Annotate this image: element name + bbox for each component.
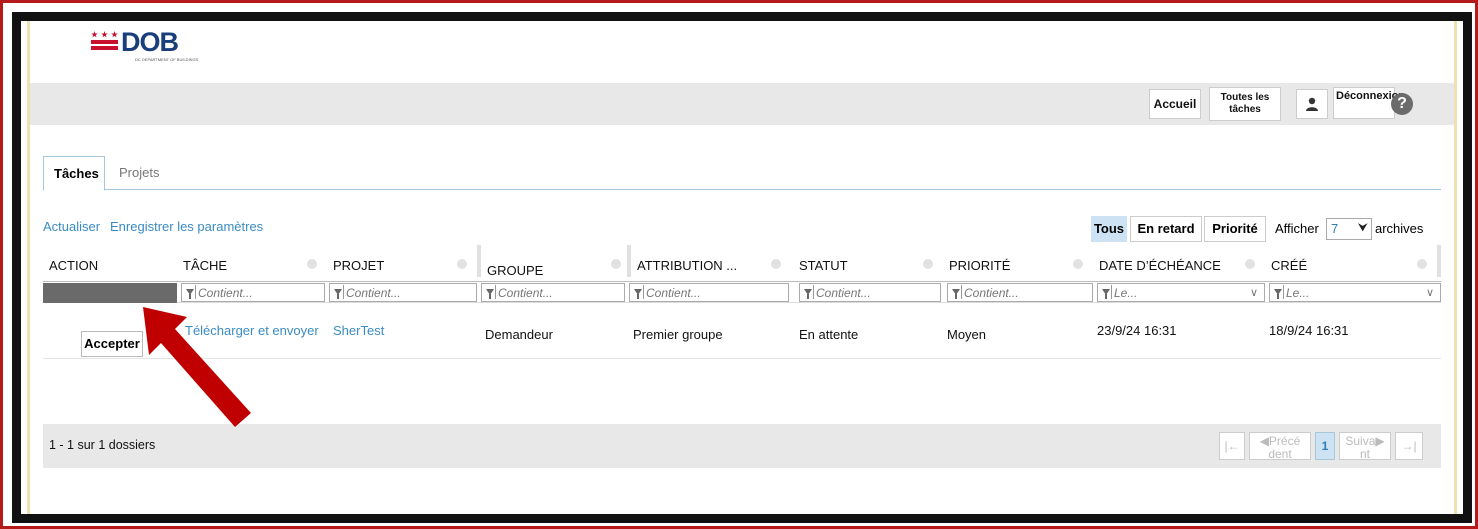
annotation-arrow xyxy=(143,307,251,427)
column-menu-icon[interactable] xyxy=(1417,259,1427,269)
filter-icon xyxy=(634,289,642,299)
col-header-action[interactable]: ACTION xyxy=(43,245,177,283)
filter-icon xyxy=(1102,289,1110,299)
dob-logo[interactable]: DOB DC DEPARTMENT OF BUILDINGS xyxy=(91,27,198,63)
filter-all-button[interactable]: Tous xyxy=(1091,216,1127,242)
dc-flag-icon xyxy=(91,31,118,50)
logo-text: DOB xyxy=(121,27,179,57)
records-per-page-value: 7 xyxy=(1331,221,1339,236)
col-header-project[interactable]: PROJET xyxy=(327,245,477,283)
home-button[interactable]: Accueil xyxy=(1149,89,1201,119)
screenshot-outer-border: DOB DC DEPARTMENT OF BUILDINGS Accueil T… xyxy=(0,0,1478,529)
column-menu-icon[interactable] xyxy=(1073,259,1083,269)
column-menu-icon[interactable] xyxy=(457,259,467,269)
show-label: Afficher xyxy=(1275,221,1319,236)
column-menu-icon[interactable] xyxy=(611,259,621,269)
col-header-priority[interactable]: PRIORITÉ xyxy=(943,245,1093,283)
current-page-button[interactable]: 1 xyxy=(1315,432,1335,460)
app-window: DOB DC DEPARTMENT OF BUILDINGS Accueil T… xyxy=(12,12,1472,523)
next-page-button[interactable]: Suiva▶ nt xyxy=(1339,432,1391,461)
filter-row: Contient... Contient... Contient... Cont… xyxy=(43,281,1441,303)
task-filter-input[interactable]: Contient... xyxy=(181,283,325,302)
column-menu-icon[interactable] xyxy=(771,259,781,269)
created-filter-select[interactable]: Le... ∨ xyxy=(1269,283,1441,302)
filter-overdue-button[interactable]: En retard xyxy=(1130,216,1202,242)
column-menu-icon[interactable] xyxy=(923,259,933,269)
col-header-created[interactable]: CRÉÉ xyxy=(1265,245,1437,283)
action-filter-cell xyxy=(43,283,177,303)
help-icon[interactable]: ? xyxy=(1391,93,1413,115)
filter-icon xyxy=(952,289,960,299)
filter-icon xyxy=(1274,289,1282,299)
filter-icon xyxy=(186,289,194,299)
due-date-filter-select[interactable]: Le... ∨ xyxy=(1097,283,1265,302)
priority-cell: Moyen xyxy=(947,327,987,342)
all-tasks-button[interactable]: Toutes les tâches xyxy=(1209,87,1281,121)
pager-info: 1 - 1 sur 1 dossiers xyxy=(49,438,156,452)
filter-icon xyxy=(804,289,812,299)
filter-icon xyxy=(334,289,342,299)
filter-icon xyxy=(486,289,494,299)
chevron-down-icon: ⮟ xyxy=(1357,220,1368,234)
logout-button[interactable]: Déconnexion xyxy=(1333,87,1405,119)
col-header-task[interactable]: TÂCHE xyxy=(177,245,327,283)
tab-strip: Tâches Projets xyxy=(43,156,1441,191)
accept-button[interactable]: Accepter xyxy=(81,331,143,357)
group-cell: Demandeur xyxy=(485,327,553,342)
col-header-status[interactable]: STATUT xyxy=(793,245,943,283)
status-cell: En attente xyxy=(799,327,859,342)
col-header-assignment[interactable]: ATTRIBUTION ... xyxy=(631,245,791,283)
chevron-down-icon: ∨ xyxy=(1249,287,1258,299)
assignment-cell: Premier groupe xyxy=(633,327,723,342)
last-page-button[interactable]: →| xyxy=(1395,432,1423,460)
project-filter-input[interactable]: Contient... xyxy=(329,283,477,302)
annotation-arrow-shape xyxy=(143,307,251,427)
col-header-group[interactable]: GROUPE xyxy=(481,245,631,283)
previous-page-button[interactable]: ◀Précé dent xyxy=(1249,432,1311,461)
records-label: archives xyxy=(1375,221,1424,236)
refresh-link[interactable]: Actualiser xyxy=(43,219,100,234)
filter-priority-button[interactable]: Priorité xyxy=(1204,216,1266,242)
group-filter-input[interactable]: Contient... xyxy=(481,283,625,302)
user-profile-button[interactable] xyxy=(1296,89,1328,119)
assignment-filter-input[interactable]: Contient... xyxy=(629,283,789,302)
due-date-cell: 23/9/24 16:31 xyxy=(1097,323,1177,338)
column-menu-icon[interactable] xyxy=(1245,259,1255,269)
logo-subtext: DC DEPARTMENT OF BUILDINGS xyxy=(135,57,199,62)
col-header-due-date[interactable]: DATE D’ÉCHÉANCE xyxy=(1093,245,1265,283)
tab-projects[interactable]: Projets xyxy=(109,156,169,190)
first-page-button[interactable]: |← xyxy=(1219,432,1245,460)
tab-tasks[interactable]: Tâches xyxy=(43,156,105,191)
created-cell: 18/9/24 16:31 xyxy=(1269,323,1349,338)
top-nav-bar: Accueil Toutes les tâches Déconnexion ? xyxy=(30,83,1454,125)
chevron-down-icon: ∨ xyxy=(1425,287,1434,299)
priority-filter-input[interactable]: Contient... xyxy=(947,283,1093,302)
project-link[interactable]: SherTest xyxy=(333,323,384,338)
column-menu-icon[interactable] xyxy=(307,259,317,269)
status-filter-input[interactable]: Contient... xyxy=(799,283,941,302)
save-settings-link[interactable]: Enregistrer les paramètres xyxy=(110,219,263,234)
user-icon xyxy=(1306,97,1318,111)
column-separator[interactable] xyxy=(1437,245,1441,277)
records-per-page-select[interactable]: 7 ⮟ xyxy=(1326,218,1372,240)
page-gutter-right xyxy=(1454,21,1457,514)
